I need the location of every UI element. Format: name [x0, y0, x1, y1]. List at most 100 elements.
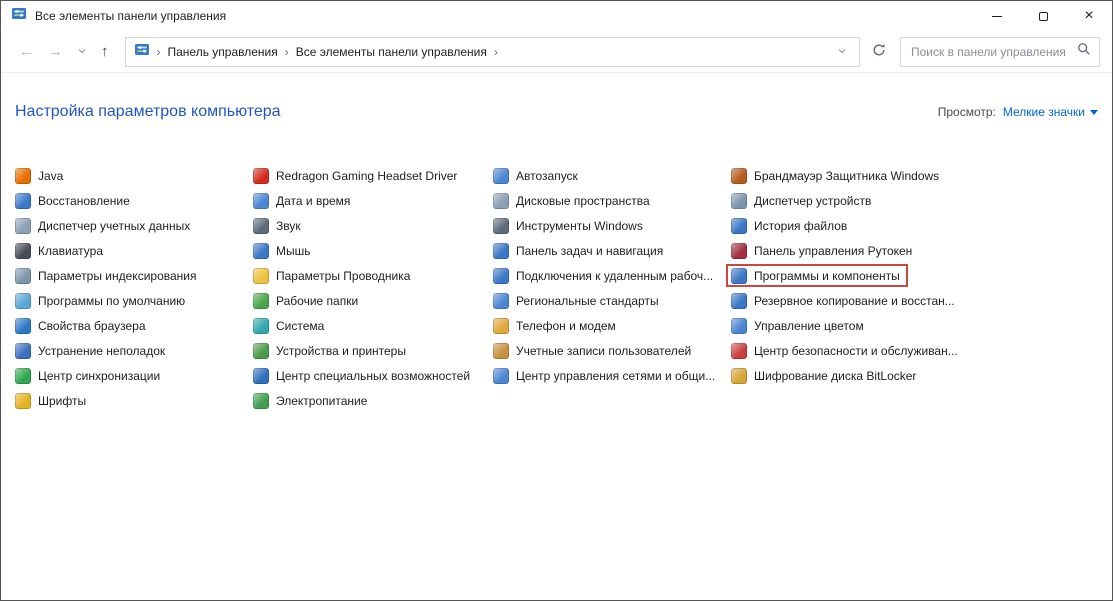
- items-column-4: Брандмауэр Защитника Windows Диспетчер ус…: [731, 163, 1098, 413]
- breadcrumb-separator: ›: [283, 45, 291, 59]
- control-panel-item-devices-printers[interactable]: Устройства и принтеры: [253, 338, 406, 363]
- autoplay-icon: [493, 168, 509, 184]
- control-panel-item-file-history[interactable]: История файлов: [731, 213, 847, 238]
- maximize-button[interactable]: [1020, 1, 1066, 31]
- control-panel-item-defender-firewall[interactable]: Брандмауэр Защитника Windows: [731, 163, 939, 188]
- items-column-2: Redragon Gaming Headset DriverДата и вре…: [253, 163, 493, 413]
- control-panel-item-system[interactable]: Система: [253, 313, 324, 338]
- control-panel-item-internet-options[interactable]: Свойства браузера: [15, 313, 146, 338]
- chevron-down-icon: [77, 43, 87, 60]
- chevron-down-icon: [837, 44, 847, 59]
- item-label: Клавиатура: [38, 244, 103, 258]
- search-input[interactable]: [909, 44, 1071, 60]
- dropdown-arrow-icon: [1090, 110, 1098, 115]
- control-panel-item-power-options[interactable]: Электропитание: [253, 388, 367, 413]
- fonts-icon: [15, 393, 31, 409]
- redragon-driver-icon: [253, 168, 269, 184]
- mouse-icon: [253, 243, 269, 259]
- control-panel-item-bitlocker[interactable]: Шифрование диска BitLocker: [731, 363, 916, 388]
- items-column-1: Java Восстановление Диспетчер учетных данн…: [15, 163, 253, 413]
- item-label: Звук: [276, 219, 301, 233]
- keyboard-icon: [15, 243, 31, 259]
- sync-center-icon: [15, 368, 31, 384]
- breadcrumb-all-items[interactable]: Все элементы панели управления: [296, 45, 487, 59]
- control-panel-item-recovery[interactable]: Восстановление: [15, 188, 130, 213]
- control-panel-item-programs-features[interactable]: Программы и компоненты: [731, 263, 900, 288]
- control-panel-item-remote-desktop-connections[interactable]: Подключения к удаленным рабоч...: [493, 263, 713, 288]
- search-box: [900, 37, 1100, 67]
- control-panel-item-rutoken-control-panel[interactable]: Панель управления Рутокен: [731, 238, 912, 263]
- item-label: Телефон и модем: [516, 319, 616, 333]
- item-label: Шифрование диска BitLocker: [754, 369, 916, 383]
- item-label: Дисковые пространства: [516, 194, 650, 208]
- control-panel-item-fonts[interactable]: Шрифты: [15, 388, 86, 413]
- control-panel-item-mouse[interactable]: Мышь: [253, 238, 311, 263]
- address-dropdown-button[interactable]: [833, 40, 851, 63]
- view-value-dropdown[interactable]: Мелкие значки: [1003, 105, 1098, 119]
- defender-firewall-icon: [731, 168, 747, 184]
- network-sharing-center-icon: [493, 368, 509, 384]
- control-panel-item-redragon-driver[interactable]: Redragon Gaming Headset Driver: [253, 163, 457, 188]
- control-panel-item-troubleshooting[interactable]: Устранение неполадок: [15, 338, 165, 363]
- close-icon: ×: [1084, 8, 1093, 24]
- item-label: Устройства и принтеры: [276, 344, 406, 358]
- titlebar-left: Все элементы панели управления: [1, 6, 226, 27]
- main-content: Настройка параметров компьютера Просмотр…: [1, 73, 1112, 600]
- item-label: Управление цветом: [754, 319, 864, 333]
- back-button[interactable]: ←: [13, 39, 40, 64]
- close-button[interactable]: ×: [1066, 1, 1112, 31]
- control-panel-item-keyboard[interactable]: Клавиатура: [15, 238, 103, 263]
- breadcrumb-location-icon: [134, 42, 150, 61]
- programs-features-icon: [731, 268, 747, 284]
- item-label: Свойства браузера: [38, 319, 146, 333]
- item-label: Региональные стандарты: [516, 294, 659, 308]
- forward-button[interactable]: →: [42, 39, 69, 64]
- control-panel-item-java[interactable]: Java: [15, 163, 63, 188]
- item-label: Центр специальных возможностей: [276, 369, 470, 383]
- control-panel-item-device-manager[interactable]: Диспетчер устройств: [731, 188, 871, 213]
- control-panel-item-default-programs[interactable]: Программы по умолчанию: [15, 288, 185, 313]
- java-icon: [15, 168, 31, 184]
- rutoken-control-panel-icon: [731, 243, 747, 259]
- sound-icon: [253, 218, 269, 234]
- item-label: Параметры индексирования: [38, 269, 196, 283]
- control-panel-item-date-time[interactable]: Дата и время: [253, 188, 350, 213]
- region-icon: [493, 293, 509, 309]
- explorer-options-icon: [253, 268, 269, 284]
- control-panel-item-taskbar-navigation[interactable]: Панель задач и навигация: [493, 238, 663, 263]
- item-label: Центр управления сетями и общи...: [516, 369, 715, 383]
- control-panel-item-backup-restore[interactable]: Резервное копирование и восстан...: [731, 288, 955, 313]
- control-panel-item-phone-modem[interactable]: Телефон и модем: [493, 313, 616, 338]
- control-panel-item-security-maintenance[interactable]: Центр безопасности и обслуживан...: [731, 338, 958, 363]
- control-panel-item-storage-spaces[interactable]: Дисковые пространства: [493, 188, 650, 213]
- control-panel-item-windows-tools[interactable]: Инструменты Windows: [493, 213, 643, 238]
- control-panel-item-credential-manager[interactable]: Диспетчер учетных данных: [15, 213, 190, 238]
- control-panel-item-user-accounts[interactable]: Учетные записи пользователей: [493, 338, 691, 363]
- control-panel-item-sound[interactable]: Звук: [253, 213, 301, 238]
- item-label: Java: [38, 169, 63, 183]
- item-label: Центр синхронизации: [38, 369, 160, 383]
- refresh-button[interactable]: [868, 39, 890, 64]
- item-label: Шрифты: [38, 394, 86, 408]
- forward-icon: →: [48, 43, 63, 60]
- control-panel-item-color-management[interactable]: Управление цветом: [731, 313, 864, 338]
- up-button[interactable]: ↑: [95, 39, 115, 64]
- control-panel-item-explorer-options[interactable]: Параметры Проводника: [253, 263, 410, 288]
- breadcrumb-control-panel[interactable]: Панель управления: [168, 45, 278, 59]
- item-label: Диспетчер учетных данных: [38, 219, 190, 233]
- control-panel-item-work-folders[interactable]: Рабочие папки: [253, 288, 358, 313]
- control-panel-item-region[interactable]: Региональные стандарты: [493, 288, 659, 313]
- navigation-bar: ← → ↑ › Панель управления › Все элементы…: [1, 31, 1112, 73]
- item-label: Автозапуск: [516, 169, 578, 183]
- control-panel-item-ease-of-access[interactable]: Центр специальных возможностей: [253, 363, 470, 388]
- minimize-button[interactable]: [974, 1, 1020, 31]
- item-label: Параметры Проводника: [276, 269, 410, 283]
- item-label: Диспетчер устройств: [754, 194, 871, 208]
- control-panel-item-sync-center[interactable]: Центр синхронизации: [15, 363, 160, 388]
- item-label: Панель задач и навигация: [516, 244, 663, 258]
- control-panel-item-autoplay[interactable]: Автозапуск: [493, 163, 578, 188]
- control-panel-item-network-sharing-center[interactable]: Центр управления сетями и общи...: [493, 363, 715, 388]
- control-panel-app-icon: [11, 6, 27, 27]
- recent-locations-button[interactable]: [71, 39, 93, 64]
- control-panel-item-indexing-options[interactable]: Параметры индексирования: [15, 263, 196, 288]
